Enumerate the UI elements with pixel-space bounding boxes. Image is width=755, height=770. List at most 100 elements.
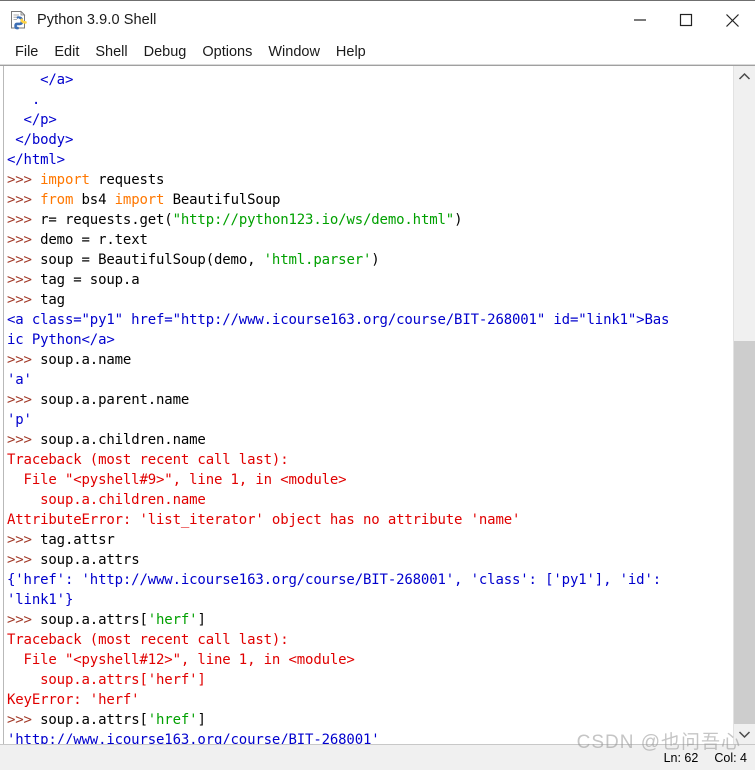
console-line: 'a': [7, 370, 733, 390]
console-line: >>> soup.a.name: [7, 350, 733, 370]
console-token-prompt: >>>: [7, 392, 41, 408]
window-controls: [617, 1, 755, 39]
menu-item-edit[interactable]: Edit: [49, 42, 90, 62]
console-token-prompt: >>>: [7, 352, 41, 368]
console-token-plain: soup.a.attrs[: [40, 612, 148, 628]
console-token-prompt: >>>: [7, 532, 41, 548]
console-line: >>> soup = BeautifulSoup(demo, 'html.par…: [7, 250, 733, 270]
python-idle-icon: [9, 10, 29, 30]
console-token-str: 'html.parser': [263, 252, 372, 268]
console-line: File "<pyshell#9>", line 1, in <module>: [7, 470, 733, 490]
console-token-prompt: >>>: [7, 212, 41, 228]
console-line: .: [7, 90, 733, 110]
menu-item-shell[interactable]: Shell: [90, 42, 138, 62]
console-token-out: <a class="py1" href="http://www.icourse1…: [7, 312, 670, 328]
console-token-out: </html>: [7, 152, 65, 168]
console-line: >>> from bs4 import BeautifulSoup: [7, 190, 733, 210]
console-token-out: 'link1'}: [7, 592, 74, 608]
console-token-kw: import: [40, 172, 90, 188]
shell-output-area[interactable]: </a> . </p> </body> </html> >>> import req…: [4, 66, 733, 744]
console-line: >>> import requests: [7, 170, 733, 190]
maximize-button[interactable]: [663, 1, 709, 39]
menu-item-file[interactable]: File: [10, 42, 49, 62]
shell-body: </a> . </p> </body> </html> >>> import req…: [0, 65, 755, 744]
console-line: >>> tag: [7, 290, 733, 310]
console-line: Traceback (most recent call last):: [7, 630, 733, 650]
console-token-prompt: >>>: [7, 612, 41, 628]
console-token-plain: soup.a.name: [40, 352, 132, 368]
console-token-out: 'a': [7, 372, 32, 388]
console-token-plain: tag = soup.a: [40, 272, 140, 288]
console-token-prompt: >>>: [7, 712, 41, 728]
console-token-out: {'href': 'http://www.icourse163.org/cour…: [7, 572, 662, 588]
menu-item-window[interactable]: Window: [263, 42, 331, 62]
console-token-prompt: >>>: [7, 552, 41, 568]
console-line: </a>: [7, 70, 733, 90]
idle-shell-window: Python 3.9.0 Shell File Edit Shell Debug…: [0, 0, 755, 770]
console-line: >>> soup.a.attrs['href']: [7, 710, 733, 730]
console-token-plain: requests: [89, 172, 165, 188]
console-line: </p>: [7, 110, 733, 130]
console-line: 'p': [7, 410, 733, 430]
console-token-plain: tag: [40, 292, 65, 308]
menu-item-debug[interactable]: Debug: [139, 42, 198, 62]
console-token-plain: soup.a.attrs[: [40, 712, 148, 728]
console-token-err: soup.a.children.name: [7, 492, 206, 508]
console-line: >>> tag.attsr: [7, 530, 733, 550]
console-token-kw: import: [114, 192, 165, 208]
console-token-str: "http://python123.io/ws/demo.html": [172, 212, 455, 228]
console-token-prompt: >>>: [7, 292, 41, 308]
close-button[interactable]: [709, 1, 755, 39]
console-line: 'link1'}: [7, 590, 733, 610]
console-token-plain: soup.a.parent.name: [40, 392, 190, 408]
console-token-out: 'p': [7, 412, 32, 428]
console-token-plain: ]: [197, 612, 206, 628]
console-token-plain: ]: [197, 712, 206, 728]
console-token-plain: bs4: [73, 192, 115, 208]
status-bar: Ln: 62 Col: 4: [0, 744, 755, 770]
console-token-err: AttributeError: 'list_iterator' object h…: [7, 512, 521, 528]
title-bar: Python 3.9.0 Shell: [0, 0, 755, 39]
status-column-number: Col: 4: [714, 750, 747, 765]
window-title: Python 3.9.0 Shell: [37, 12, 157, 28]
console-token-plain: soup = BeautifulSoup(demo,: [40, 252, 264, 268]
console-line: >>> tag = soup.a: [7, 270, 733, 290]
console-line: >>> demo = r.text: [7, 230, 733, 250]
menu-item-options[interactable]: Options: [197, 42, 263, 62]
console-line: {'href': 'http://www.icourse163.org/cour…: [7, 570, 733, 590]
console-token-plain: soup.a.children.name: [40, 432, 206, 448]
console-line: </html>: [7, 150, 733, 170]
minimize-button[interactable]: [617, 1, 663, 39]
title-bar-left: Python 3.9.0 Shell: [0, 10, 157, 30]
menu-item-help[interactable]: Help: [331, 42, 377, 62]
status-line-number: Ln: 62: [663, 750, 699, 765]
console-token-err: Traceback (most recent call last):: [7, 452, 289, 468]
console-line: >>> soup.a.attrs['herf']: [7, 610, 733, 630]
console-token-plain: demo = r.text: [40, 232, 148, 248]
console-line: >>> soup.a.parent.name: [7, 390, 733, 410]
console-token-out: ic Python</a>: [7, 332, 115, 348]
console-line: KeyError: 'herf': [7, 690, 733, 710]
console-token-prompt: >>>: [7, 192, 41, 208]
console-line: soup.a.children.name: [7, 490, 733, 510]
console-token-err: KeyError: 'herf': [7, 692, 140, 708]
console-line: File "<pyshell#12>", line 1, in <module>: [7, 650, 733, 670]
scroll-down-button[interactable]: [734, 724, 755, 744]
console-token-err: soup.a.attrs['herf']: [7, 672, 206, 688]
console-token-kw: from: [40, 192, 74, 208]
console-line: </body>: [7, 130, 733, 150]
scroll-up-button[interactable]: [734, 66, 755, 86]
console-token-plain: soup.a.attrs: [40, 552, 140, 568]
vertical-scrollbar[interactable]: [733, 66, 755, 744]
console-token-out: </p>: [7, 112, 57, 128]
console-token-plain: [7, 72, 40, 88]
scrollbar-thumb[interactable]: [734, 341, 755, 724]
console-token-prompt: >>>: [7, 252, 41, 268]
console-token-plain: tag.attsr: [40, 532, 115, 548]
console-token-plain: r= requests.get(: [40, 212, 173, 228]
console-line: Traceback (most recent call last):: [7, 450, 733, 470]
console-line: soup.a.attrs['herf']: [7, 670, 733, 690]
console-token-prompt: >>>: [7, 172, 41, 188]
console-line: 'http://www.icourse163.org/course/BIT-26…: [7, 730, 733, 744]
scrollbar-track[interactable]: [734, 86, 755, 724]
